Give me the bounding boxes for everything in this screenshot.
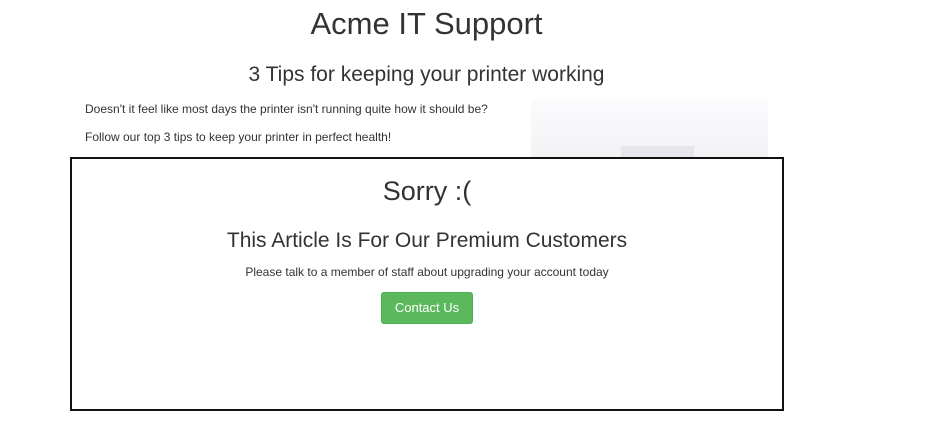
paywall-subheading: This Article Is For Our Premium Customer…: [226, 229, 628, 252]
article-intro-line: Follow our top 3 tips to keep your print…: [85, 130, 392, 144]
article-intro-line: Doesn't it feel like most days the print…: [85, 102, 488, 116]
article-title: 3 Tips for keeping your printer working: [248, 63, 605, 86]
article-image: [531, 99, 768, 157]
contact-us-button[interactable]: Contact Us: [381, 292, 473, 324]
paywall-modal: Sorry :( This Article Is For Our Premium…: [70, 157, 784, 411]
site-title: Acme IT Support: [310, 6, 543, 41]
page: Acme IT Support 3 Tips for keeping your …: [0, 0, 935, 434]
paywall-message: Please talk to a member of staff about u…: [245, 265, 609, 279]
paywall-heading: Sorry :(: [382, 176, 472, 206]
image-placeholder-block: [621, 146, 694, 157]
